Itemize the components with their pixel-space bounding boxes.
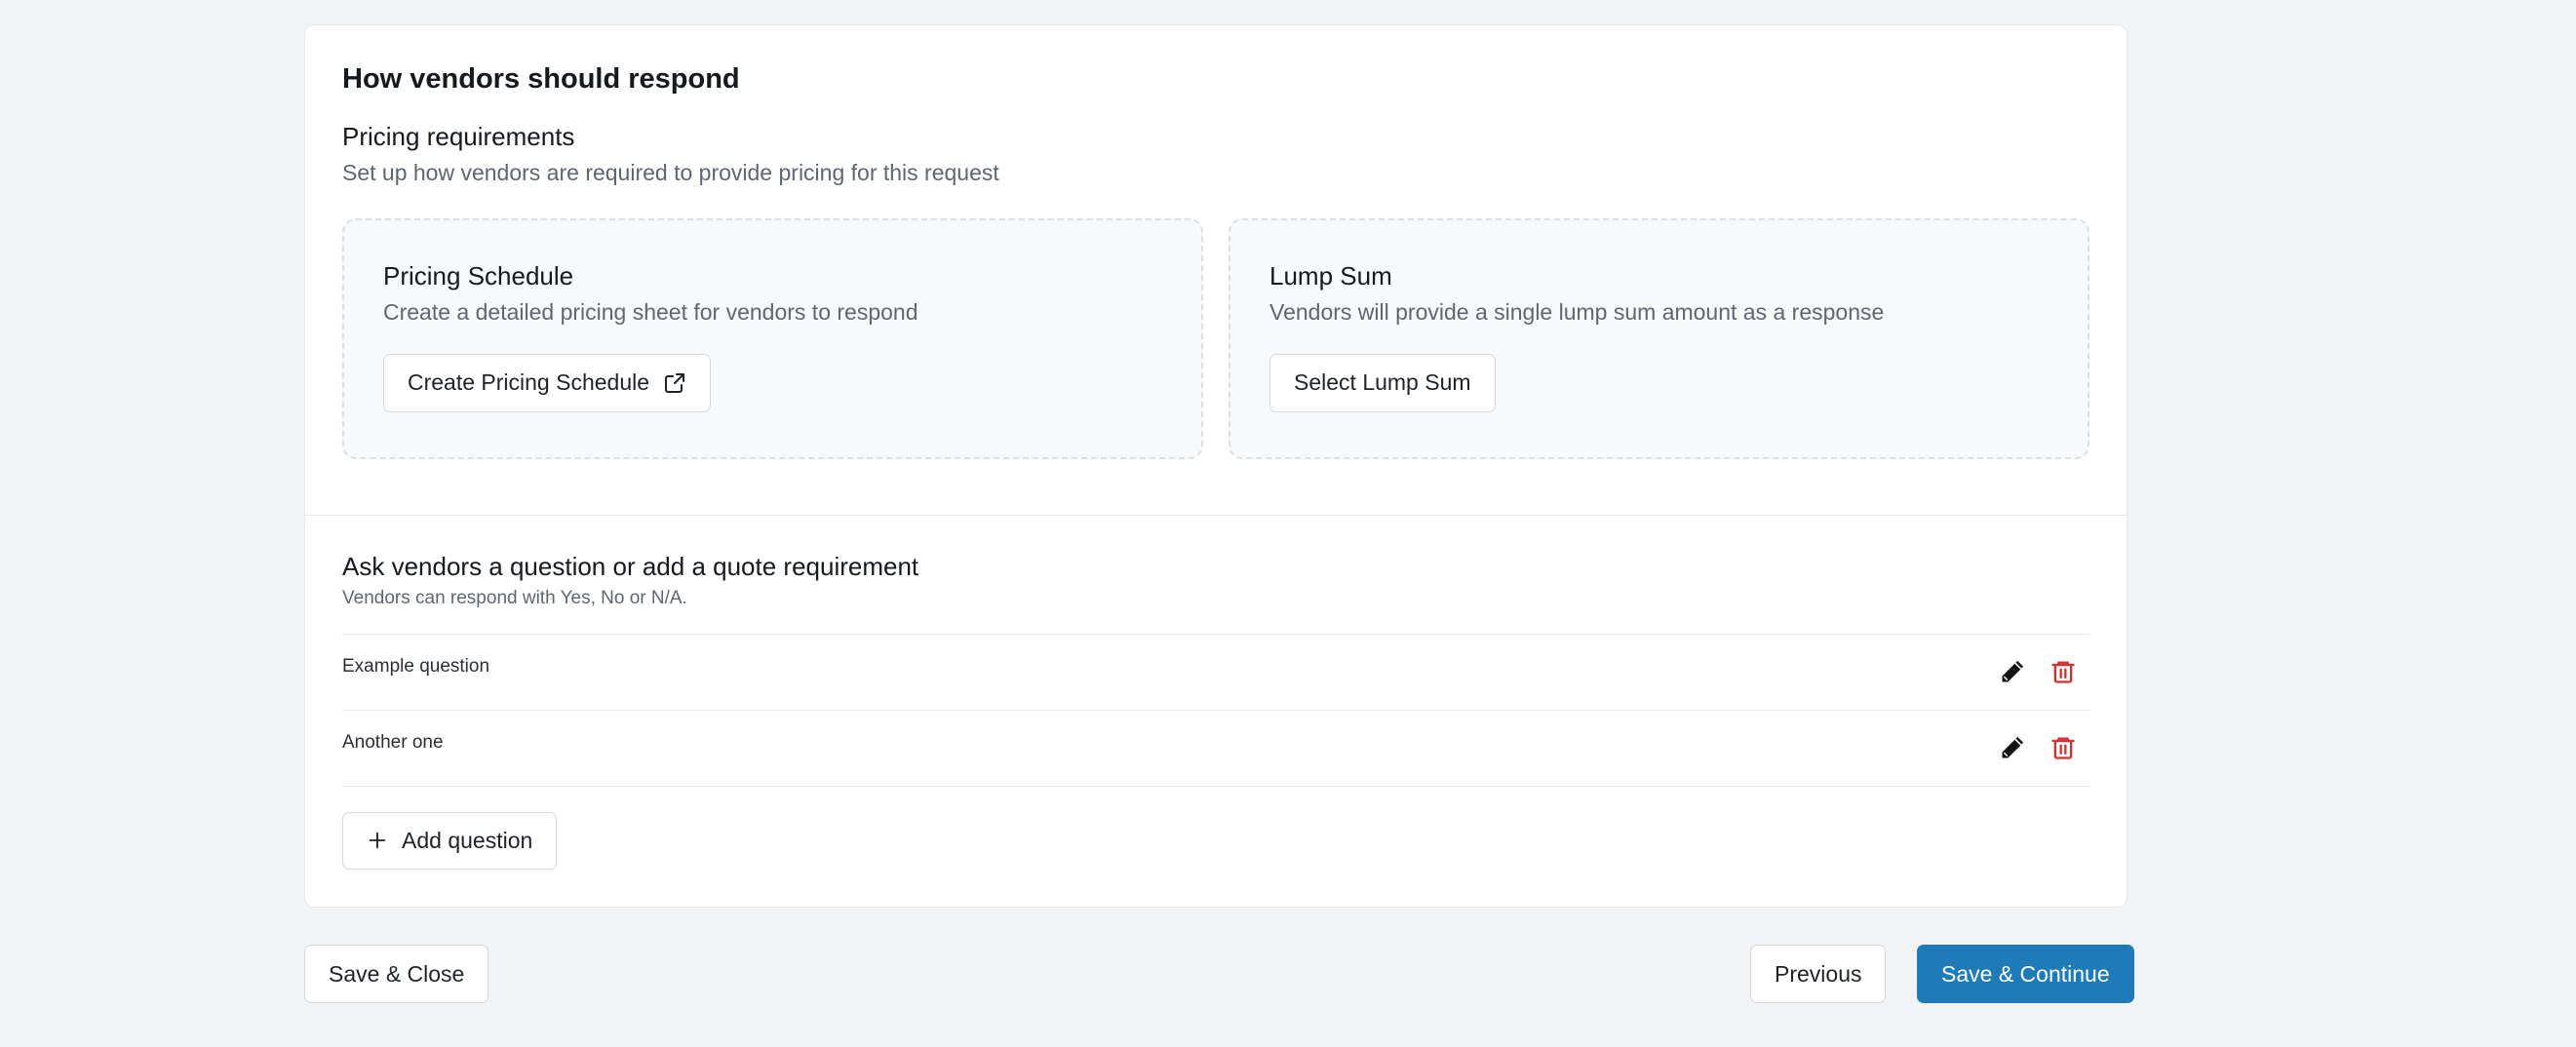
save-continue-button[interactable]: Save & Continue [1917,945,2134,1003]
pricing-section: How vendors should respond Pricing requi… [342,62,2089,187]
question-actions [1996,731,2080,764]
pencil-icon[interactable] [1996,655,2029,688]
pricing-requirements-title: Pricing requirements [342,121,575,151]
save-continue-label: Save & Continue [1941,960,2110,987]
add-question-button[interactable]: Add question [342,811,558,870]
previous-button[interactable]: Previous [1750,945,1887,1003]
add-question-label: Add question [402,827,533,853]
lump-sum-title: Lump Sum [1269,261,1392,291]
lump-sum-option: Lump Sum Vendors will provide a single l… [1229,218,2089,459]
select-lump-sum-button[interactable]: Select Lump Sum [1269,353,1496,412]
create-pricing-schedule-button[interactable]: Create Pricing Schedule [383,353,712,412]
previous-label: Previous [1775,960,1862,987]
pricing-schedule-description: Create a detailed pricing sheet for vend… [383,299,918,326]
pricing-schedule-title: Pricing Schedule [383,261,574,291]
save-close-button[interactable]: Save & Close [304,945,489,1003]
create-pricing-schedule-label: Create Pricing Schedule [408,369,650,396]
question-text: Example question [342,656,490,678]
questions-description: Vendors can respond with Yes, No or N/A. [342,588,687,609]
question-row: Another one [342,711,2089,787]
trash-icon[interactable] [2047,655,2080,688]
trash-icon[interactable] [2047,731,2080,764]
question-row: Example question [342,635,2089,711]
question-actions [1996,655,2080,688]
plus-icon [367,830,388,851]
pricing-requirements-description: Set up how vendors are required to provi… [342,159,999,185]
respond-settings-card: How vendors should respond Pricing requi… [304,24,2127,908]
select-lump-sum-label: Select Lump Sum [1294,369,1471,396]
external-link-icon [663,371,686,395]
save-close-label: Save & Close [329,960,465,987]
pencil-icon[interactable] [1996,731,2029,764]
section-divider [305,515,2127,516]
section-title: How vendors should respond [342,63,740,95]
question-list: Example question Another one [342,633,2089,787]
question-text: Another one [342,732,444,754]
questions-section: Ask vendors a question or add a quote re… [342,552,2089,870]
pricing-schedule-option: Pricing Schedule Create a detailed prici… [342,218,1203,459]
lump-sum-description: Vendors will provide a single lump sum a… [1269,299,1885,326]
questions-title: Ask vendors a question or add a quote re… [342,552,919,581]
